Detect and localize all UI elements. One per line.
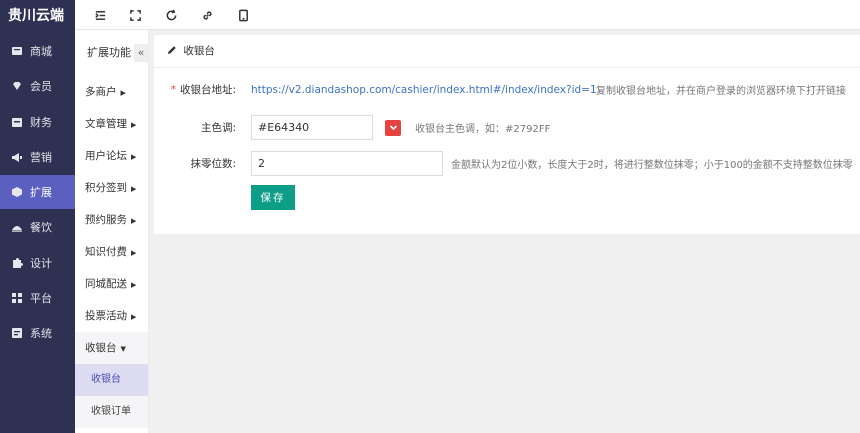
sidebar-item-label: 营销 [30, 150, 52, 164]
subnav-item-label: 同城配送 [85, 278, 127, 290]
subnav-item-points-signin[interactable]: 积分签到 ▶ [75, 172, 148, 204]
subnav-item-label: 知识付费 [85, 246, 127, 258]
link-icon[interactable] [199, 7, 215, 23]
caret-right-icon: ▶ [131, 185, 137, 193]
collapse-subnav-button[interactable]: « [134, 44, 148, 62]
sidebar-item-member[interactable]: 会员 [0, 69, 75, 103]
cube-icon [11, 186, 23, 198]
sidebar-item-extension[interactable]: 扩展 [0, 175, 75, 210]
sidebar-item-label: 商城 [30, 45, 52, 58]
color-row: 主色调: 收银台主色调，如：#2792FF [154, 115, 860, 140]
megaphone-icon [11, 151, 23, 163]
subnav-item-local-delivery[interactable]: 同城配送 ▶ [75, 268, 148, 300]
cashier-url-row: * 收银台地址: https://v2.diandashop.com/cashie… [154, 82, 860, 98]
dining-icon [11, 221, 23, 233]
subnav-item-label: 收银台 [85, 342, 117, 354]
caret-right-icon: ▶ [131, 313, 137, 321]
sidebar-item-dining[interactable]: 餐饮 [0, 210, 75, 244]
sidebar-item-system[interactable]: 系统 [0, 316, 75, 350]
color-input[interactable] [251, 115, 373, 140]
sidebar-item-label: 设计 [30, 256, 52, 270]
page-title: 收银台 [183, 45, 215, 57]
subnav-item-label: 投票活动 [85, 310, 127, 322]
subnav-item-label: 文章管理 [85, 118, 127, 130]
subnav-item-forum[interactable]: 用户论坛 ▶ [75, 140, 148, 172]
zero-digits-tip: 金额默认为2位小数，长度大于2时，将进行整数位抹零；小于100的金额不支持整数位… [451, 160, 853, 171]
subnav-item-articles[interactable]: 文章管理 ▶ [75, 108, 148, 140]
save-button[interactable]: 保存 [251, 185, 295, 210]
subnav-item-paid-knowledge[interactable]: 知识付费 ▶ [75, 236, 148, 268]
subnav-item-booking[interactable]: 预约服务 ▶ [75, 204, 148, 236]
puzzle-icon [11, 257, 23, 269]
caret-down-icon: ▼ [120, 345, 126, 353]
brand-logo: 贵川云端 [8, 8, 64, 24]
sidebar-item-label: 会员 [30, 80, 52, 94]
color-tip: 收银台主色调，如：#2792FF [415, 124, 551, 135]
zero-digits-row: 抹零位数: 金额默认为2位小数，长度大于2时，将进行整数位抹零；小于100的金额… [154, 151, 860, 176]
subnav-title-text: 扩展功能 [87, 46, 131, 59]
caret-right-icon: ▶ [131, 249, 137, 257]
color-label: 主色调: [200, 122, 236, 134]
subnav-item-cashier[interactable]: 收银台 ▼ [75, 332, 148, 364]
refresh-icon[interactable] [163, 7, 179, 23]
shop-icon [11, 45, 23, 57]
wallet-icon [11, 116, 23, 128]
diamond-icon [11, 80, 23, 92]
caret-right-icon: ▶ [131, 121, 137, 129]
cashier-url-tip: 复制收银台地址，并在商户登录的浏览器环境下打开链接 [596, 86, 846, 97]
sidebar-item-label: 餐饮 [30, 221, 52, 235]
sidebar-item-label: 扩展 [30, 186, 52, 200]
caret-right-icon: ▶ [131, 217, 137, 225]
subnav-item-voting[interactable]: 投票活动 ▶ [75, 300, 148, 332]
cashier-settings-panel: 收银台 * 收银台地址: https://v2.diandashop.com/ca… [154, 35, 860, 234]
tablet-icon[interactable] [235, 7, 251, 23]
caret-right-icon: ▶ [120, 89, 126, 97]
subnav-item-multi-merchant[interactable]: 多商户 ▶ [75, 76, 148, 108]
subnav-item-label: 多商户 [85, 86, 117, 98]
subnav-title: 扩展功能 « [75, 30, 148, 76]
subnav-item-label: 积分签到 [85, 182, 127, 194]
main-sidebar: 贵川云端 商城 会员 财务 营销 扩展 餐饮 设计 平台 系统 [0, 0, 75, 433]
cashier-url-link[interactable]: https://v2.diandashop.com/cashier/index.… [251, 84, 597, 96]
sidebar-item-finance[interactable]: 财务 [0, 105, 75, 139]
system-icon [11, 327, 23, 339]
cashier-url-label-text: 收银台地址: [179, 84, 236, 96]
sub-navigation: 扩展功能 « 多商户 ▶ 文章管理 ▶ 用户论坛 ▶ 积分签到 ▶ 预约服务 ▶ 知识付费… [75, 30, 149, 433]
sidebar-item-platform[interactable]: 平台 [0, 281, 75, 315]
required-mark: * [170, 84, 176, 96]
indent-icon[interactable] [92, 7, 108, 23]
caret-right-icon: ▶ [131, 281, 137, 289]
fullscreen-icon[interactable] [127, 7, 143, 23]
sidebar-item-label: 系统 [30, 327, 52, 341]
cashier-url-label: * 收银台地址: [154, 82, 236, 97]
grid-icon [11, 292, 23, 304]
subnav-child-cashier[interactable]: 收银台 [75, 364, 148, 396]
subnav-item-label: 用户论坛 [85, 150, 127, 162]
sidebar-item-label: 平台 [30, 292, 52, 306]
sidebar-item-label: 财务 [30, 115, 52, 129]
pencil-icon [168, 46, 176, 54]
sidebar-item-marketing[interactable]: 营销 [0, 140, 75, 174]
caret-right-icon: ▶ [131, 153, 137, 161]
subnav-item-label: 预约服务 [85, 214, 127, 226]
zero-digits-input[interactable] [251, 151, 443, 176]
color-picker-button[interactable] [385, 119, 401, 136]
top-toolbar [75, 0, 860, 30]
sidebar-item-shop[interactable]: 商城 [0, 34, 75, 68]
panel-header: 收银台 [154, 35, 860, 68]
chevron-down-icon [389, 125, 397, 131]
sidebar-item-design[interactable]: 设计 [0, 246, 75, 280]
subnav-child-cashier-orders[interactable]: 收银订单 [75, 396, 148, 428]
zero-digits-label: 抹零位数: [190, 158, 236, 170]
